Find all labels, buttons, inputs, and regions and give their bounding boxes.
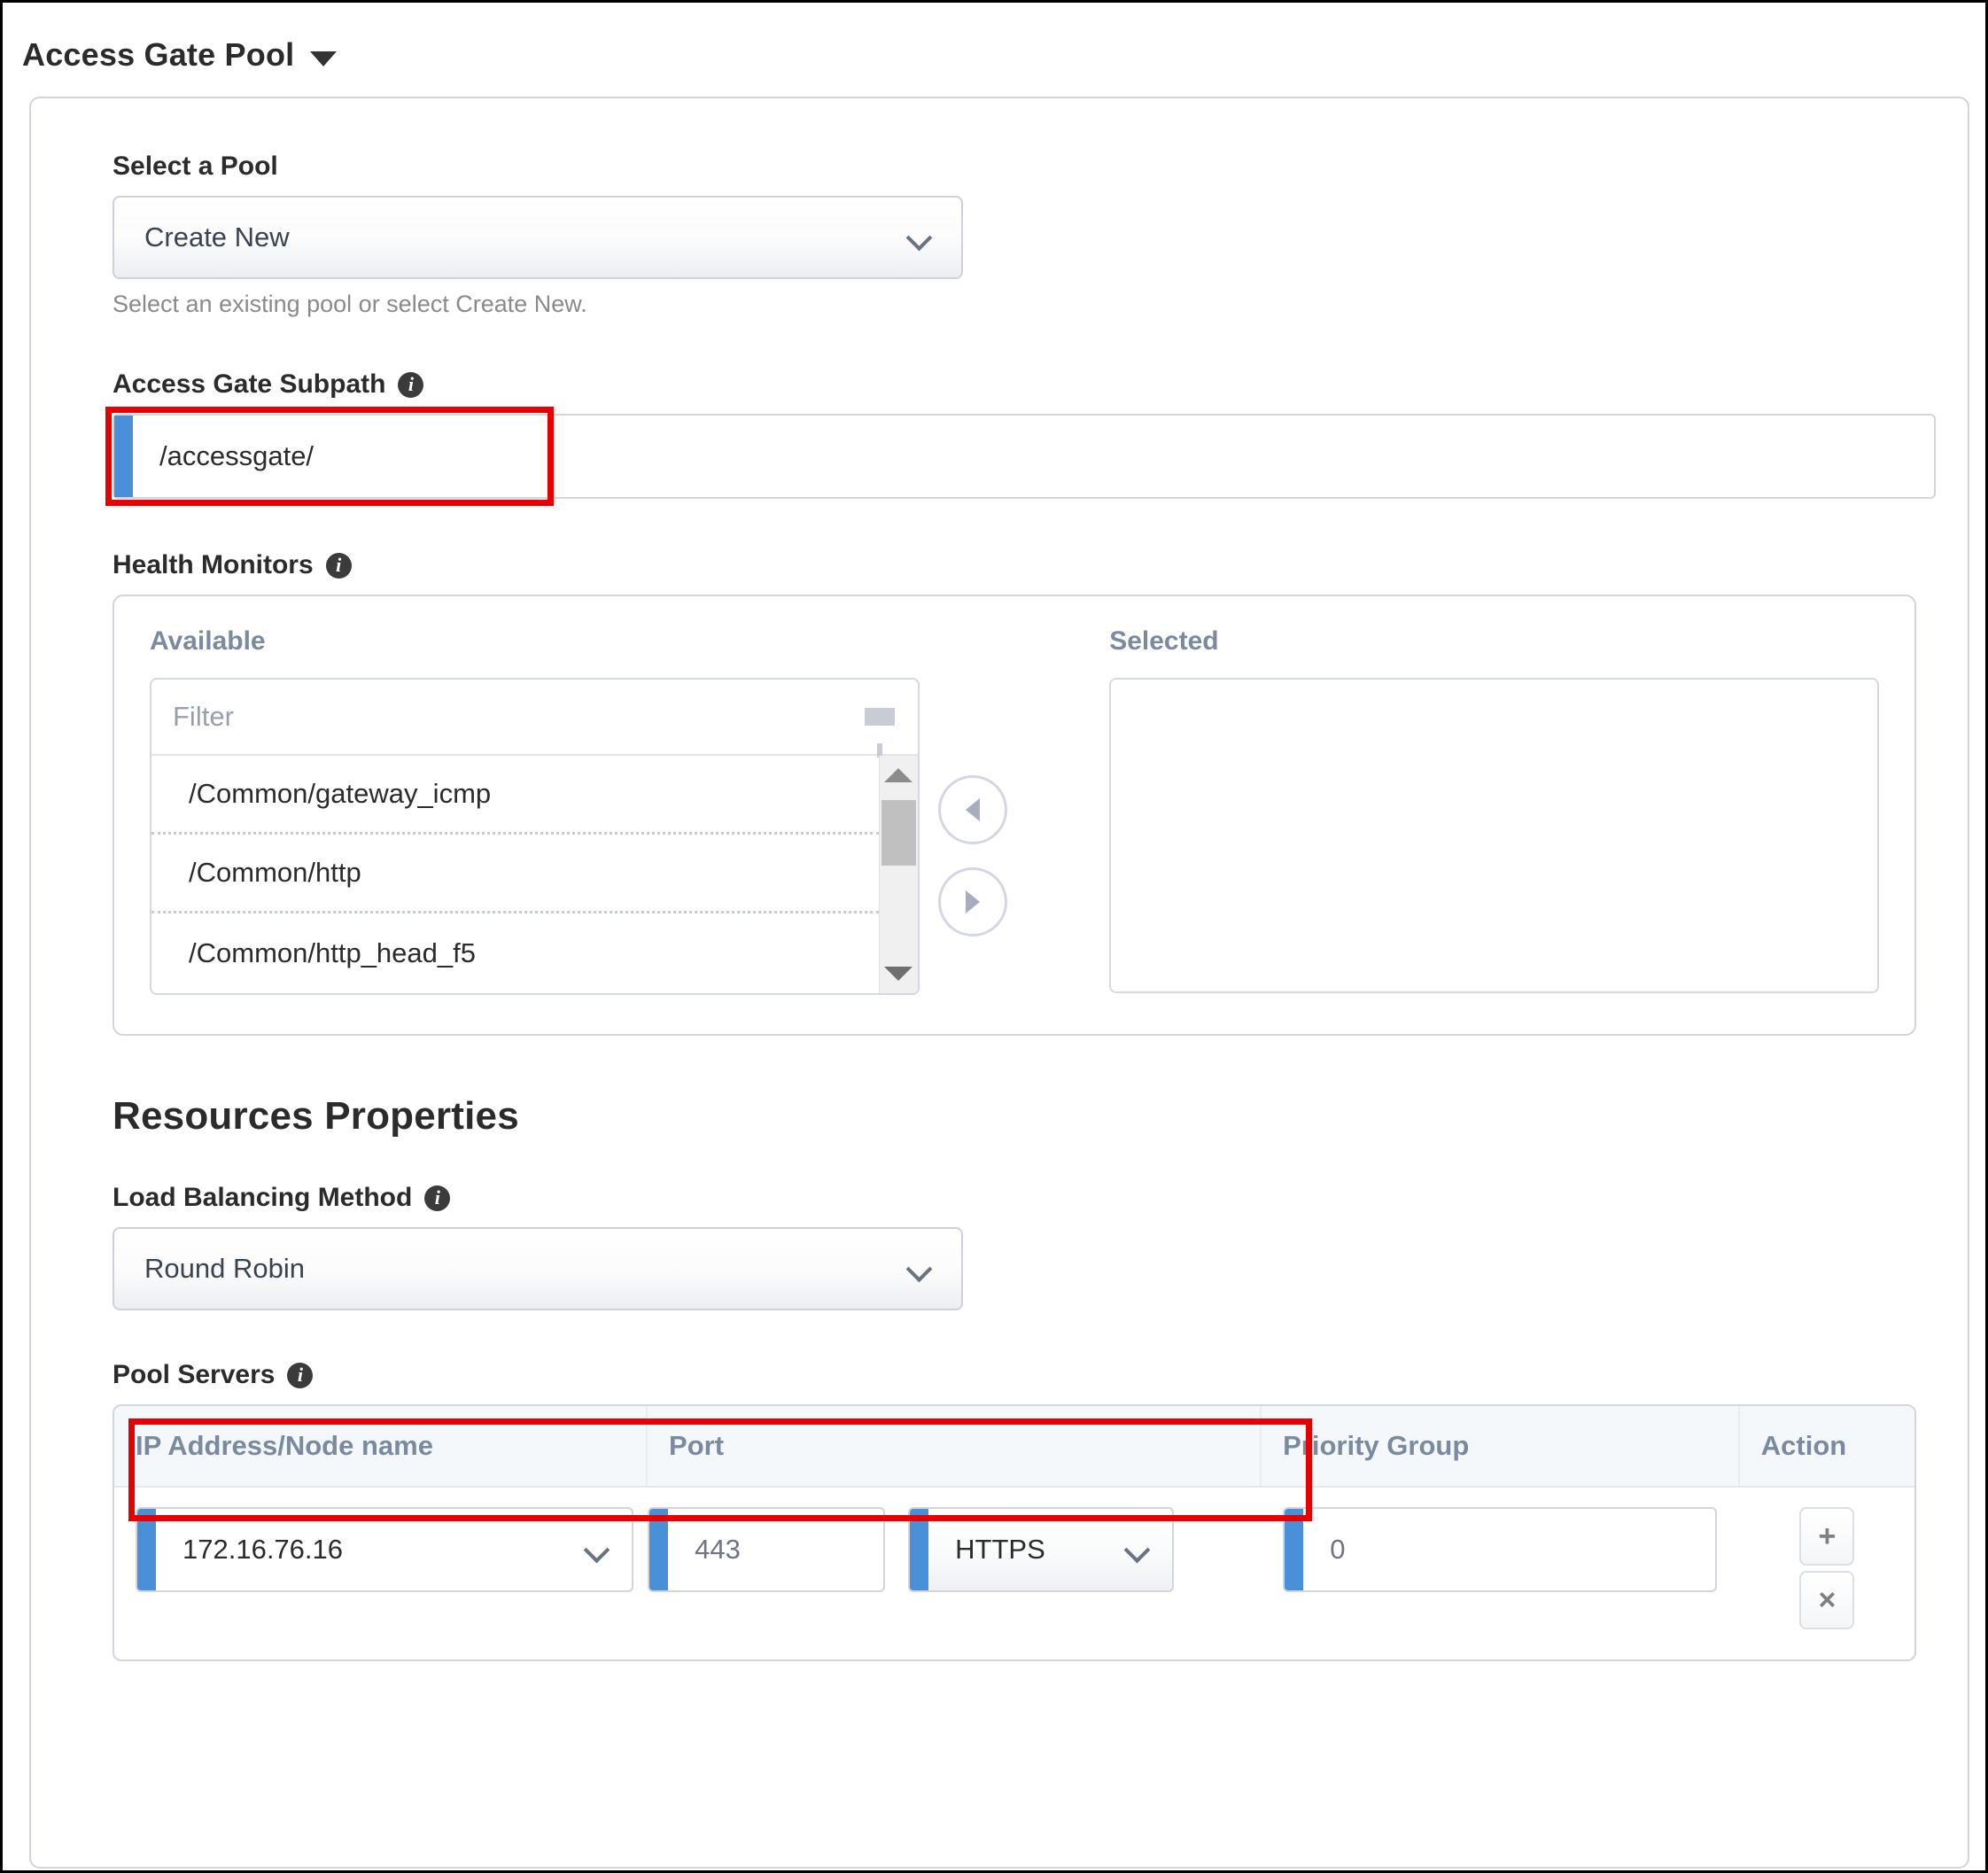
priority-group-value: 0	[1330, 1534, 1346, 1565]
available-panel: Available Filter /Common/gateway_icmp /C…	[150, 626, 920, 995]
pool-servers-label-text: Pool Servers	[113, 1360, 276, 1389]
port-value: 443	[695, 1534, 741, 1565]
load-balancing-label-text: Load Balancing Method	[113, 1183, 413, 1212]
table-row: 172.16.76.16 443 HTTPS 0 + ×	[114, 1418, 1914, 1659]
triangle-left-icon	[965, 798, 980, 821]
pool-servers-table: IP Address/Node name Port Priority Group…	[113, 1404, 1916, 1661]
ip-address-dropdown[interactable]: 172.16.76.16	[136, 1507, 633, 1592]
protocol-dropdown[interactable]: HTTPS	[908, 1507, 1175, 1592]
available-list-body: /Common/gateway_icmp /Common/http /Commo…	[151, 756, 918, 993]
access-gate-pool-panel: Select a Pool Create New Select an exist…	[29, 97, 1969, 1869]
cell-ip: 172.16.76.16	[114, 1507, 648, 1592]
column-header-ip: IP Address/Node name	[114, 1406, 648, 1486]
ip-address-value: 172.16.76.16	[182, 1534, 344, 1565]
selected-list-frame[interactable]	[1109, 678, 1879, 993]
chevron-down-icon	[586, 1538, 609, 1561]
chevron-down-icon	[908, 1257, 931, 1280]
available-list-frame: Filter /Common/gateway_icmp /Common/http…	[150, 678, 920, 995]
available-label: Available	[150, 626, 266, 656]
info-icon[interactable]: i	[424, 1185, 451, 1211]
info-icon[interactable]: i	[325, 552, 352, 579]
add-row-button[interactable]: +	[1799, 1507, 1855, 1566]
triangle-up-icon[interactable]	[884, 768, 913, 782]
cell-priority-group: 0	[1262, 1507, 1740, 1592]
column-header-action: Action	[1760, 1430, 1847, 1461]
field-accent-bar	[910, 1509, 929, 1590]
filter-row[interactable]: Filter	[151, 680, 918, 758]
cell-action: + ×	[1740, 1507, 1914, 1629]
screenshot-frame: Access Gate Pool Select a Pool Create Ne…	[0, 0, 1988, 1873]
chevron-down-icon	[1126, 1538, 1149, 1561]
column-header-port: Port	[648, 1406, 1262, 1486]
cell-port: 443 HTTPS	[648, 1507, 1262, 1592]
caret-down-icon[interactable]	[310, 51, 338, 66]
pool-servers-label: Pool Servers i	[113, 1360, 1916, 1390]
field-accent-bar	[649, 1509, 669, 1590]
subpath-value: /accessgate/	[159, 440, 315, 471]
priority-group-input[interactable]: 0	[1283, 1507, 1718, 1592]
info-icon[interactable]: i	[287, 1362, 314, 1388]
subpath-field-wrapper: /accessgate/	[105, 407, 1936, 506]
list-item[interactable]: /Common/http	[151, 835, 879, 913]
remove-row-button[interactable]: ×	[1799, 1571, 1855, 1629]
subpath-input[interactable]: /accessgate/	[113, 414, 1936, 499]
field-accent-bar	[1285, 1509, 1304, 1590]
load-balancing-value: Round Robin	[144, 1253, 305, 1284]
list-item[interactable]: /Common/http_head_f5	[151, 913, 879, 992]
select-pool-value: Create New	[144, 221, 290, 253]
field-accent-bar	[114, 416, 133, 497]
select-pool-help-text: Select an existing pool or select Create…	[113, 291, 587, 317]
triangle-down-icon[interactable]	[884, 967, 913, 981]
selected-panel: Selected	[1109, 626, 1879, 993]
select-pool-label: Select a Pool	[113, 152, 1916, 182]
column-header-priority: Priority Group	[1262, 1406, 1740, 1486]
health-monitors-label-text: Health Monitors	[113, 550, 314, 579]
selected-label: Selected	[1109, 626, 1219, 656]
subpath-label: Access Gate Subpath i	[113, 369, 1916, 400]
table-header-row: IP Address/Node name Port Priority Group…	[114, 1406, 1914, 1488]
chevron-down-icon	[908, 226, 931, 249]
triangle-right-icon	[965, 890, 980, 913]
filter-input[interactable]: Filter	[173, 701, 865, 733]
field-accent-bar	[137, 1509, 156, 1590]
available-list-scrollbar[interactable]	[878, 756, 918, 993]
move-left-button[interactable]	[937, 775, 1007, 844]
select-pool-dropdown[interactable]: Create New	[113, 196, 963, 279]
move-right-button[interactable]	[937, 867, 1007, 936]
load-balancing-label: Load Balancing Method i	[113, 1183, 1916, 1213]
health-monitors-dual-list: Available Filter /Common/gateway_icmp /C…	[113, 595, 1916, 1036]
scrollbar-thumb[interactable]	[881, 800, 916, 866]
funnel-icon[interactable]	[864, 708, 895, 758]
protocol-value: HTTPS	[955, 1534, 1045, 1565]
load-balancing-dropdown[interactable]: Round Robin	[113, 1227, 963, 1310]
select-pool-label-text: Select a Pool	[113, 152, 278, 181]
health-monitors-label: Health Monitors i	[113, 550, 1916, 580]
list-item[interactable]: /Common/gateway_icmp	[151, 756, 879, 835]
subpath-label-text: Access Gate Subpath	[113, 369, 386, 399]
page-title: Access Gate Pool	[22, 36, 295, 73]
transfer-buttons	[928, 626, 1017, 936]
port-input[interactable]: 443	[648, 1507, 886, 1592]
resources-properties-title: Resources Properties	[113, 1094, 519, 1138]
info-icon[interactable]: i	[398, 371, 424, 398]
available-items: /Common/gateway_icmp /Common/http /Commo…	[151, 756, 879, 993]
section-header: Access Gate Pool	[3, 3, 1985, 97]
